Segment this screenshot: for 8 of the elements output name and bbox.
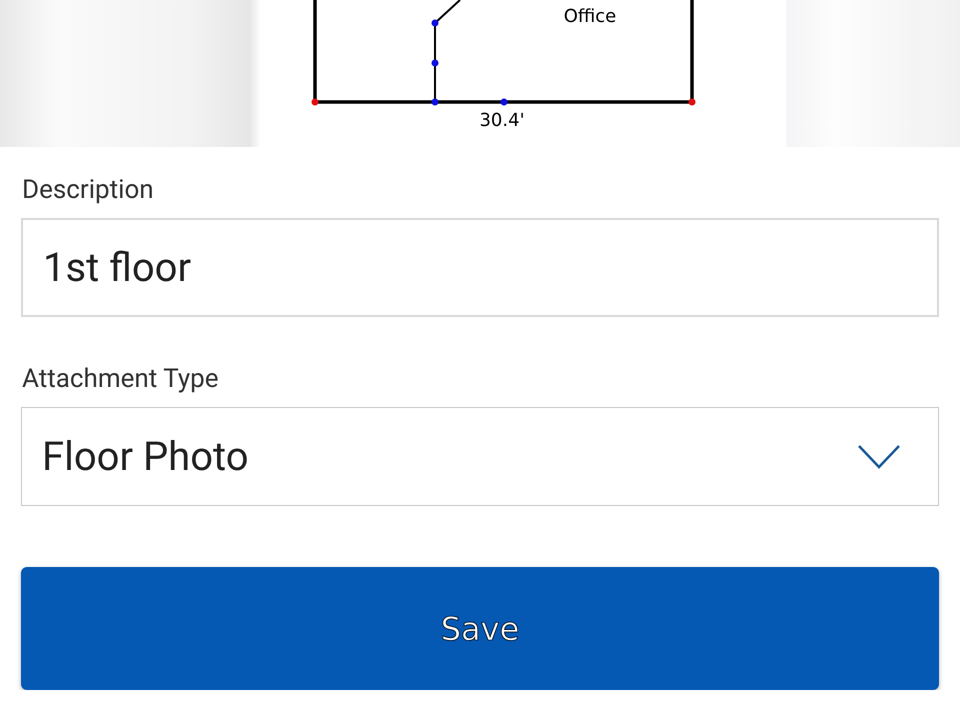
attachment-type-dropdown[interactable]: Floor Photo [21, 407, 939, 506]
description-field[interactable]: 1st floor [21, 218, 939, 317]
chevron-down-icon [858, 444, 900, 468]
field-label: Description [22, 174, 155, 206]
save-button[interactable]: Save [21, 567, 939, 690]
dimension-label: 30.4' [479, 110, 525, 131]
room-label: Office [564, 6, 616, 27]
field-label: Attachment Type [22, 363, 220, 395]
